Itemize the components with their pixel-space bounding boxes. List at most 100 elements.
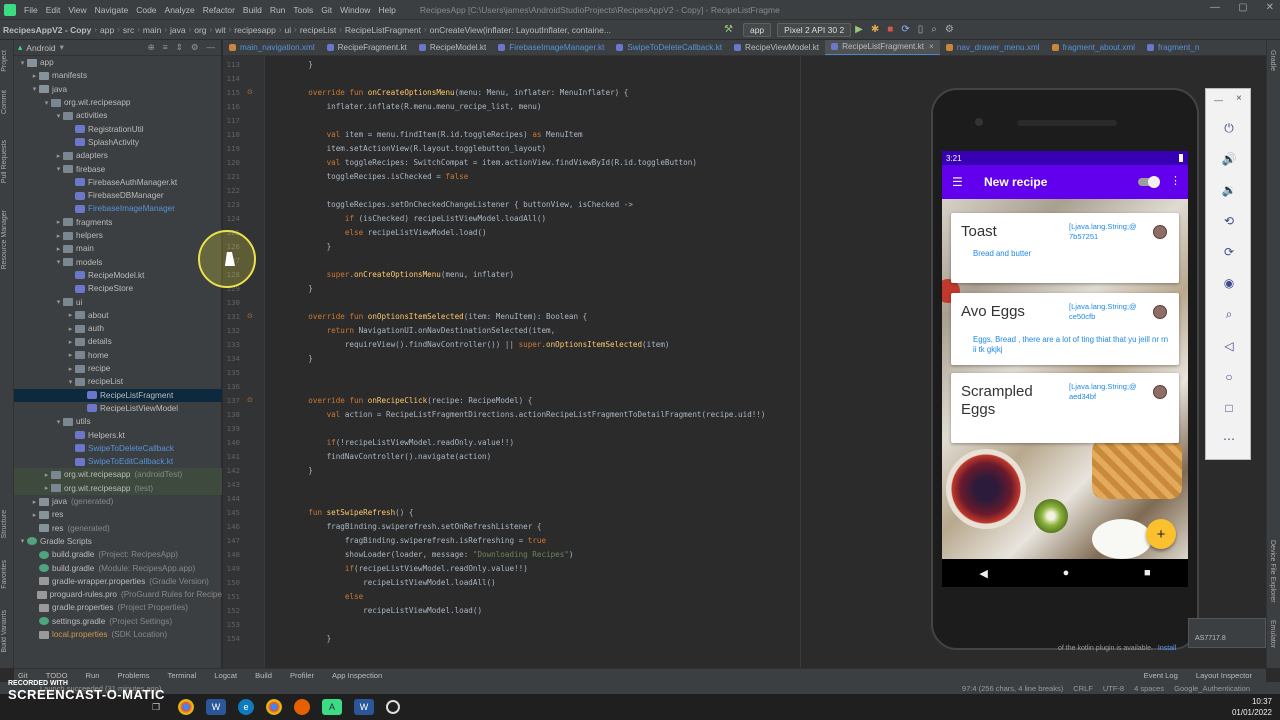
menu-item-edit[interactable]: Edit — [42, 5, 65, 15]
code-line[interactable]: override fun onOptionsItemSelected(item:… — [290, 312, 587, 321]
tree-item[interactable]: ▸ home — [14, 349, 222, 362]
chevron-icon[interactable]: ▸ — [66, 365, 75, 373]
chevron-icon[interactable]: ▸ — [30, 72, 39, 80]
close-icon[interactable]: ✕ — [1266, 2, 1274, 13]
stop-icon[interactable]: ■ — [887, 24, 893, 35]
code-line[interactable]: } — [290, 284, 313, 293]
tool-window-event-log[interactable]: Event Log — [1144, 671, 1178, 680]
code-line[interactable]: fragBinding.swiperefresh.isRefreshing = … — [290, 536, 546, 545]
chevron-icon[interactable]: ▸ — [54, 218, 63, 226]
chevron-down-icon[interactable]: ▾ — [60, 42, 64, 53]
popup-install-link[interactable]: Install — [1158, 645, 1176, 652]
tree-item[interactable]: build.gradle (Module: RecipesApp.app) — [14, 561, 222, 574]
recipe-card[interactable]: Avo Eggs [Ljava.lang.String;@ce50cfb Eggs,… — [951, 293, 1179, 365]
tool-tab-emulator[interactable]: Emulator — [1269, 620, 1276, 648]
editor-tab[interactable]: FirebaseImageManager.kt — [492, 40, 610, 55]
code-line[interactable]: } — [290, 60, 313, 69]
menu-item-tools[interactable]: Tools — [289, 5, 317, 15]
project-view-mode[interactable]: Android — [26, 43, 55, 53]
menu-icon[interactable]: ☰ — [952, 175, 974, 189]
tree-item[interactable]: Helpers.kt — [14, 428, 222, 441]
chevron-icon[interactable]: ▾ — [54, 165, 63, 173]
code-line[interactable]: val item = menu.findItem(R.id.toggleReci… — [290, 130, 583, 139]
breadcrumb-item[interactable]: org — [191, 25, 209, 35]
tree-item[interactable]: ▾ app — [14, 56, 222, 69]
tool-window-layout-inspector[interactable]: Layout Inspector — [1196, 671, 1252, 680]
chevron-icon[interactable]: ▾ — [54, 258, 63, 266]
code-line[interactable]: recipeListViewModel.load() — [290, 606, 482, 615]
emulator-minimize-icon[interactable]: — — [1214, 95, 1223, 105]
tool-tab-build-variants[interactable]: Build Variants — [1, 610, 8, 653]
minimize-icon[interactable]: — — [1210, 2, 1220, 13]
tree-item[interactable]: RecipeStore — [14, 282, 222, 295]
breadcrumb-item[interactable]: RecipesAppV2 - Copy — [0, 25, 94, 35]
tree-item[interactable]: FirebaseAuthManager.kt — [14, 176, 222, 189]
tree-item[interactable]: ▸ org.wit.recipesapp (androidTest) — [14, 468, 222, 482]
git-branch[interactable]: Google_Authentication — [1174, 684, 1250, 693]
tree-item[interactable]: FirebaseDBManager — [14, 189, 222, 202]
tool-window-app-inspection[interactable]: App Inspection — [332, 671, 382, 680]
breadcrumb-item[interactable]: src — [120, 25, 137, 35]
tree-item[interactable]: ▾ java — [14, 83, 222, 96]
tree-item[interactable]: ▸ helpers — [14, 229, 222, 242]
chevron-icon[interactable]: ▾ — [18, 537, 27, 545]
chevron-icon[interactable]: ▾ — [54, 112, 63, 120]
menu-item-git[interactable]: Git — [317, 5, 336, 15]
editor-tab[interactable]: SwipeToDeleteCallback.kt — [610, 40, 728, 55]
tree-item[interactable]: ▸ adapters — [14, 149, 222, 162]
editor-tab[interactable]: RecipeFragment.kt — [321, 40, 413, 55]
chrome-2-icon[interactable] — [266, 699, 282, 715]
tree-item[interactable]: RegistrationUtil — [14, 123, 222, 136]
chevron-icon[interactable]: ▸ — [30, 511, 39, 519]
emu-home-icon[interactable]: ○ — [1206, 370, 1252, 384]
code-line[interactable]: else recipeListViewModel.load() — [290, 228, 487, 237]
volume-up-icon[interactable]: 🔊 — [1206, 152, 1252, 166]
tree-item[interactable]: SplashActivity — [14, 136, 222, 149]
tree-item[interactable]: FirebaseImageManager — [14, 202, 222, 215]
run-config-select[interactable]: app — [742, 22, 772, 37]
chevron-icon[interactable]: ▾ — [54, 418, 63, 426]
tool-window-logcat[interactable]: Logcat — [214, 671, 237, 680]
tree-item[interactable]: local.properties (SDK Location) — [14, 628, 222, 641]
back-icon[interactable]: ◀ — [979, 567, 987, 580]
tree-item[interactable]: gradle-wrapper.properties (Gradle Version… — [14, 575, 222, 588]
code-line[interactable]: override fun onCreateOptionsMenu(menu: M… — [290, 88, 628, 97]
tree-item[interactable]: proguard-rules.pro (ProGuard Rules for Re… — [14, 588, 222, 601]
code-line[interactable]: findNavController().navigate(action) — [290, 452, 492, 461]
rotate-right-icon[interactable]: ⟳ — [1206, 245, 1252, 259]
code-line[interactable]: val toggleRecipes: SwitchCompat = item.a… — [290, 158, 697, 167]
tree-item[interactable]: res (generated) — [14, 522, 222, 535]
chevron-icon[interactable]: ▾ — [54, 298, 63, 306]
tree-item[interactable]: ▸ about — [14, 309, 222, 322]
recipe-card[interactable]: Scrampled Eggs [Ljava.lang.String;@aed34b… — [951, 373, 1179, 443]
override-marker-icon[interactable]: ⊙ — [247, 88, 253, 96]
menu-item-build[interactable]: Build — [239, 5, 266, 15]
emu-back-icon[interactable]: ◁ — [1206, 339, 1252, 353]
code-line[interactable]: val action = RecipeListFragmentDirection… — [290, 410, 766, 419]
menu-item-view[interactable]: View — [64, 5, 90, 15]
code-line[interactable]: if(recipeListViewModel.readOnly.value!!) — [290, 564, 528, 573]
code-line[interactable]: fun setSwipeRefresh() { — [290, 508, 413, 517]
code-line[interactable]: } — [290, 466, 313, 475]
tree-item[interactable]: ▾ activities — [14, 109, 222, 122]
breadcrumb-item[interactable]: recipesapp — [231, 25, 279, 35]
tree-item[interactable]: ▸ fragments — [14, 216, 222, 229]
tool-window-run[interactable]: Run — [86, 671, 100, 680]
code-line[interactable]: fragBinding.swiperefresh.setOnRefreshLis… — [290, 522, 542, 531]
code-line[interactable]: showLoader(loader, message: "Downloading… — [290, 550, 574, 559]
breadcrumb-item[interactable]: wit — [212, 25, 228, 35]
tree-item[interactable]: ▾ org.wit.recipesapp — [14, 96, 222, 109]
menu-item-file[interactable]: File — [20, 5, 42, 15]
tool-window-problems[interactable]: Problems — [117, 671, 149, 680]
tool-window-profiler[interactable]: Profiler — [290, 671, 314, 680]
code-line[interactable]: item.setActionView(R.layout.togglebutton… — [290, 144, 546, 153]
tree-item[interactable]: RecipeListViewModel — [14, 402, 222, 415]
editor-tab[interactable]: RecipeViewModel.kt — [728, 40, 825, 55]
zoom-icon[interactable]: ⌕ — [1206, 307, 1252, 322]
settings-icon[interactable]: ⚙ — [945, 24, 954, 35]
tree-item[interactable]: ▸ res — [14, 508, 222, 521]
code-line[interactable]: } — [290, 634, 332, 643]
tool-tab-pull-requests[interactable]: Pull Requests — [1, 140, 8, 183]
code-line[interactable]: return NavigationUI.onNavDestinationSele… — [290, 326, 556, 335]
more-icon[interactable]: ⋯ — [1206, 432, 1252, 446]
